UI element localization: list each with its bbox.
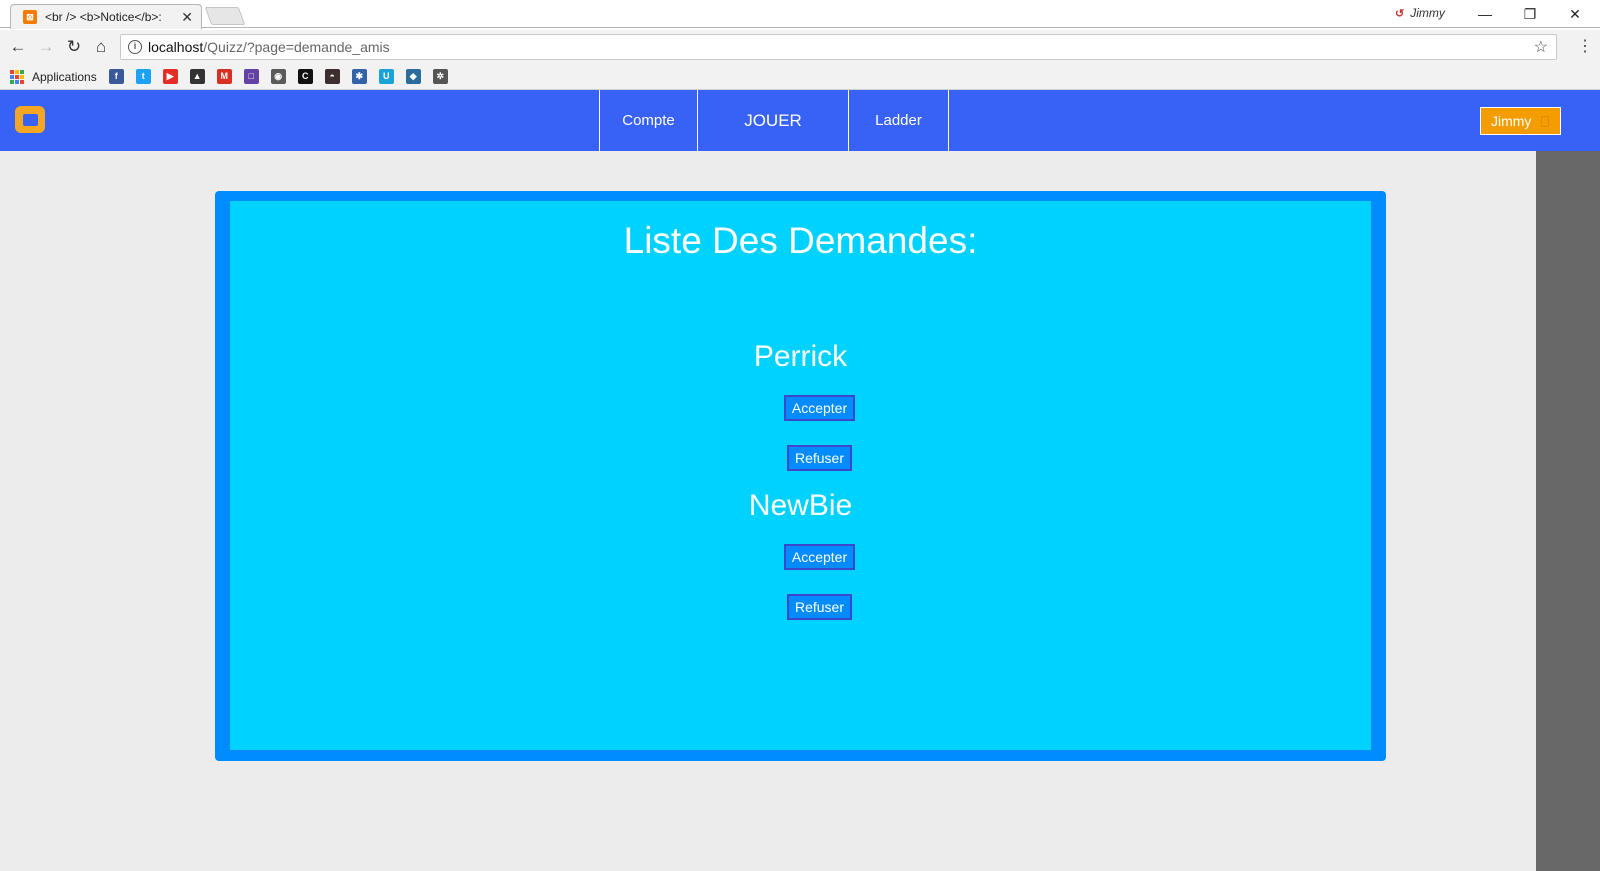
cloud-icon[interactable]: ◆ — [405, 69, 421, 84]
apps-grid-icon[interactable] — [10, 69, 24, 84]
tab-strip: ⊠ <br /> <b>Notice</b>: ✕ ↺ Jimmy — ❐ ✕ — [0, 0, 1600, 30]
request-name: Perrick — [753, 340, 848, 373]
bookmark-star-icon[interactable]: ☆ — [1534, 37, 1548, 57]
close-window-button[interactable]: ✕ — [1555, 3, 1595, 25]
browser-menu-icon[interactable]: ⋮ — [1577, 36, 1593, 56]
address-bar[interactable]: i localhost /Quizz/?page=demande_amis ☆ — [120, 34, 1557, 60]
page: Compte JOUER Ladder Jimmy Liste Des Dema… — [0, 90, 1600, 871]
nav-compte[interactable]: Compte — [599, 90, 697, 151]
figure-icon[interactable]: ✱ — [351, 69, 367, 84]
restore-button[interactable]: ❐ — [1510, 3, 1550, 25]
back-arrow-icon[interactable]: ← — [7, 36, 29, 58]
scrollbar-track[interactable] — [1536, 151, 1600, 871]
xampp-favicon-icon: ⊠ — [23, 10, 37, 24]
reload-icon[interactable]: ↻ — [63, 36, 85, 58]
forward-arrow-icon[interactable]: → — [35, 36, 57, 58]
youtube-icon[interactable]: ▶ — [162, 69, 178, 84]
u-site-icon[interactable]: U — [378, 69, 394, 84]
requests-panel: Liste Des Demandes: Perrick Accepter Ref… — [215, 191, 1386, 761]
gear-icon[interactable]: ✲ — [432, 69, 448, 84]
refuse-button[interactable]: Refuser — [787, 445, 852, 471]
home-icon[interactable]: ⌂ — [90, 36, 112, 58]
refuse-button[interactable]: Refuser — [787, 594, 852, 620]
quiz-logo-icon[interactable] — [15, 106, 45, 133]
twitch-icon[interactable]: □ — [243, 69, 259, 84]
tab-close-icon[interactable]: ✕ — [181, 9, 193, 26]
user-menu-button[interactable]: Jimmy — [1480, 107, 1561, 135]
tab-title: <br /> <b>Notice</b>: — [45, 10, 162, 24]
tab-strip-divider — [0, 27, 1600, 28]
user-name: Jimmy — [1491, 113, 1532, 129]
profile-badge[interactable]: ↺ Jimmy — [1395, 6, 1445, 20]
accept-button[interactable]: Accepter — [784, 544, 855, 570]
gmail-icon[interactable]: M — [216, 69, 232, 84]
request-name: NewBie — [748, 489, 853, 522]
nav-jouer[interactable]: JOUER — [697, 90, 848, 151]
nav-ladder[interactable]: Ladder — [848, 90, 948, 151]
address-host: localhost — [148, 39, 204, 55]
page-title: Liste Des Demandes: — [623, 220, 978, 261]
hat-icon[interactable]: ◓ — [324, 69, 340, 84]
bookmarks-bar: Applications f t ▶ ▲ M □ ◉ C ◓ ✱ U ◆ ✲ — [0, 64, 1600, 90]
facebook-icon[interactable]: f — [108, 69, 124, 84]
accept-button[interactable]: Accepter — [784, 395, 855, 421]
apps-bookmark-label[interactable]: Applications — [32, 70, 97, 84]
browser-toolbar: ← → ↻ ⌂ i localhost /Quizz/?page=demande… — [0, 30, 1600, 64]
minimize-button[interactable]: — — [1465, 3, 1505, 25]
profile-name: Jimmy — [1410, 6, 1445, 20]
requests-panel-inner: Liste Des Demandes: Perrick Accepter Ref… — [230, 201, 1371, 750]
info-icon[interactable]: i — [128, 40, 142, 54]
gallery-icon[interactable]: ▲ — [189, 69, 205, 84]
nav-divider — [948, 90, 949, 151]
browser-tab[interactable]: ⊠ <br /> <b>Notice</b>: ✕ — [10, 4, 202, 29]
new-tab-button[interactable] — [204, 7, 246, 25]
profile-icon: ↺ — [1395, 7, 1405, 20]
site-navbar: Compte JOUER Ladder Jimmy — [0, 90, 1600, 151]
address-path: /Quizz/?page=demande_amis — [203, 39, 390, 55]
user-caret-icon — [1541, 115, 1550, 127]
c-site-icon[interactable]: C — [297, 69, 313, 84]
coin-icon[interactable]: ◉ — [270, 69, 286, 84]
twitter-icon[interactable]: t — [135, 69, 151, 84]
